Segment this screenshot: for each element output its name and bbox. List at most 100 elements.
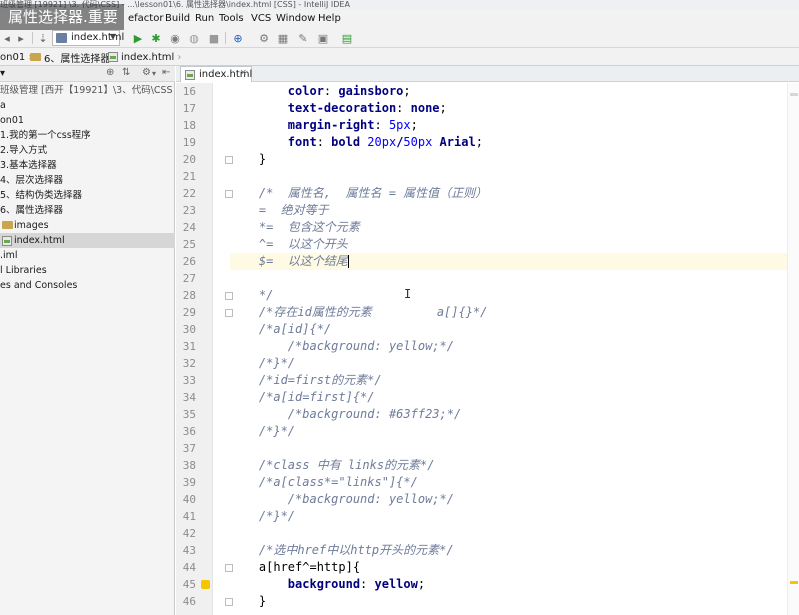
tree-item-label: images	[14, 220, 49, 231]
close-icon[interactable]: ×	[239, 68, 247, 78]
scroll-from-source-icon[interactable]: ⊕	[106, 67, 114, 78]
run-icon[interactable]: ▶	[131, 31, 145, 45]
collapse-all-icon[interactable]: ⇅	[122, 67, 130, 78]
profile-icon[interactable]: ◍	[187, 31, 201, 45]
settings-icon[interactable]: ⚙	[257, 31, 271, 45]
code-token: $= 以这个结尾	[230, 254, 348, 268]
toolbar-separator	[225, 32, 226, 44]
tree-item[interactable]: es and Consoles	[0, 278, 175, 293]
code-token: /*background: yellow;*/	[230, 339, 454, 353]
code-line: /*a[id=first]{*/	[230, 389, 375, 406]
code-line: /*存在id属性的元素 a[]{}*/	[230, 304, 488, 321]
code-token: none	[410, 101, 440, 115]
gear-icon[interactable]: ⚙	[142, 67, 151, 78]
line-number: 36	[182, 425, 196, 438]
code-token: /*选中href中以http开头的元素*/	[230, 543, 454, 557]
tree-item[interactable]: 3.基本选择器	[0, 158, 175, 173]
tree-item-label: a	[0, 100, 6, 111]
tree-item-label: index.html	[14, 235, 65, 246]
code-token: ;	[410, 118, 418, 132]
tree-item[interactable]: index.html	[0, 233, 175, 248]
code-line: = 绝对等于	[230, 202, 329, 219]
vcs-update-icon[interactable]: ⊕	[231, 31, 245, 45]
stripe-mark[interactable]	[790, 581, 798, 584]
tree-item[interactable]: .iml	[0, 248, 175, 263]
code-token: ;	[439, 101, 447, 115]
code-line: }	[230, 151, 266, 168]
forward-icon[interactable]: ▸	[14, 31, 28, 45]
terminal-icon[interactable]: ▤	[340, 31, 354, 45]
project-panel-header: ▾ ⊕ ⇅ ⚙ ▾ ⇤	[0, 66, 175, 82]
menu-build[interactable]: Build	[165, 13, 190, 24]
tree-item[interactable]: 4、层次选择器	[0, 173, 175, 188]
code-token: /*background: #63ff23;*/	[230, 407, 462, 421]
project-structure-icon[interactable]: ▦	[276, 31, 290, 45]
line-number: 44	[182, 561, 196, 574]
code-token: yellow	[374, 577, 418, 591]
menu-window[interactable]: Window	[276, 13, 315, 24]
tree-item[interactable]: 5、结构伪类选择器	[0, 188, 175, 203]
line-number: 39	[182, 476, 196, 489]
menu-refactor[interactable]: efactor	[128, 13, 163, 24]
tree-item[interactable]: 6、属性选择器	[0, 203, 175, 218]
code-line: text-decoration: none;	[230, 100, 447, 117]
hide-panel-icon[interactable]: ⇤	[162, 67, 170, 78]
code-token: 5px	[388, 118, 411, 132]
tree-item-label: .iml	[0, 250, 18, 261]
line-number: 38	[182, 459, 196, 472]
coverage-icon[interactable]: ◉	[168, 31, 182, 45]
line-number: 29	[182, 306, 196, 319]
code-token: /*}*/	[230, 356, 296, 370]
code-token: /*存在id属性的元素 a[]{}*/	[230, 305, 488, 319]
breadcrumb-file[interactable]: index.html ›	[108, 50, 181, 64]
line-number: 17	[182, 102, 196, 115]
code-token: margin-right	[230, 118, 375, 132]
code-line: /*background: yellow;*/	[230, 338, 454, 355]
line-number: 18	[182, 119, 196, 132]
menu-tools[interactable]: Tools	[219, 13, 244, 24]
code-token: Arial	[432, 135, 476, 149]
tree-item[interactable]: on01	[0, 113, 175, 128]
tree-item[interactable]: a	[0, 98, 175, 113]
tree-item[interactable]: images	[0, 218, 175, 233]
back-icon[interactable]: ◂	[0, 31, 14, 45]
sdk-icon[interactable]: ✎	[296, 31, 310, 45]
menu-run[interactable]: Run	[195, 13, 214, 24]
error-stripe[interactable]	[787, 83, 799, 615]
text-caret	[347, 255, 349, 268]
stop-icon[interactable]: ■	[207, 31, 221, 45]
run-config-select[interactable]: index.html ▼	[52, 30, 124, 46]
breadcrumb-folder[interactable]: 6、属性选择器 ›	[30, 50, 117, 65]
tab-index-html[interactable]: index.html ×	[180, 66, 252, 82]
code-token: }	[230, 594, 267, 608]
color-swatch-icon[interactable]	[201, 580, 210, 589]
line-number: 20	[182, 153, 196, 166]
code-token: /*class 中有 links的元素*/	[230, 458, 435, 472]
breadcrumb-lesson[interactable]: on01 ›	[0, 50, 32, 64]
line-number: 40	[182, 493, 196, 506]
code-token: /*id=first的元素*/	[230, 373, 382, 387]
menu-vcs[interactable]: VCS	[251, 13, 271, 24]
code-line: /*id=first的元素*/	[230, 372, 382, 389]
chevron-down-icon[interactable]: ▾	[152, 69, 156, 78]
tree-item-label: l Libraries	[0, 265, 47, 276]
build-arrow-icon[interactable]: ⇣	[36, 31, 50, 45]
project-panel: ▾ ⊕ ⇅ ⚙ ▾ ⇤ 班级管理 [西开【19921】\3、代码\CSS a on0…	[0, 66, 175, 615]
toolbar: ◂ ▸ ⇣ index.html ▼ ▶ ✱ ◉ ◍ ■ ⊕ ⚙ ▦ ✎ ▣ ▤	[0, 28, 799, 48]
tree-item[interactable]: 2.导入方式	[0, 143, 175, 158]
code-token: /*a[class*="links"]{*/	[230, 475, 418, 489]
tree-item[interactable]: l Libraries	[0, 263, 175, 278]
tree-item[interactable]: 1.我的第一个css程序	[0, 128, 175, 143]
tree-item-label: 3.基本选择器	[0, 160, 57, 171]
debug-icon[interactable]: ✱	[149, 31, 163, 45]
structure-icon[interactable]: ▣	[316, 31, 330, 45]
code-token: :	[360, 577, 375, 591]
menu-help[interactable]: Help	[318, 13, 341, 24]
code-line: /*}*/	[230, 355, 295, 372]
line-number: 42	[182, 527, 196, 540]
stripe-mark[interactable]	[790, 93, 798, 96]
code-token: a[href^=http]{	[230, 560, 361, 574]
tree-root[interactable]: 班级管理 [西开【19921】\3、代码\CSS	[0, 83, 175, 98]
code-token: :	[323, 84, 339, 98]
line-number: 32	[182, 357, 196, 370]
